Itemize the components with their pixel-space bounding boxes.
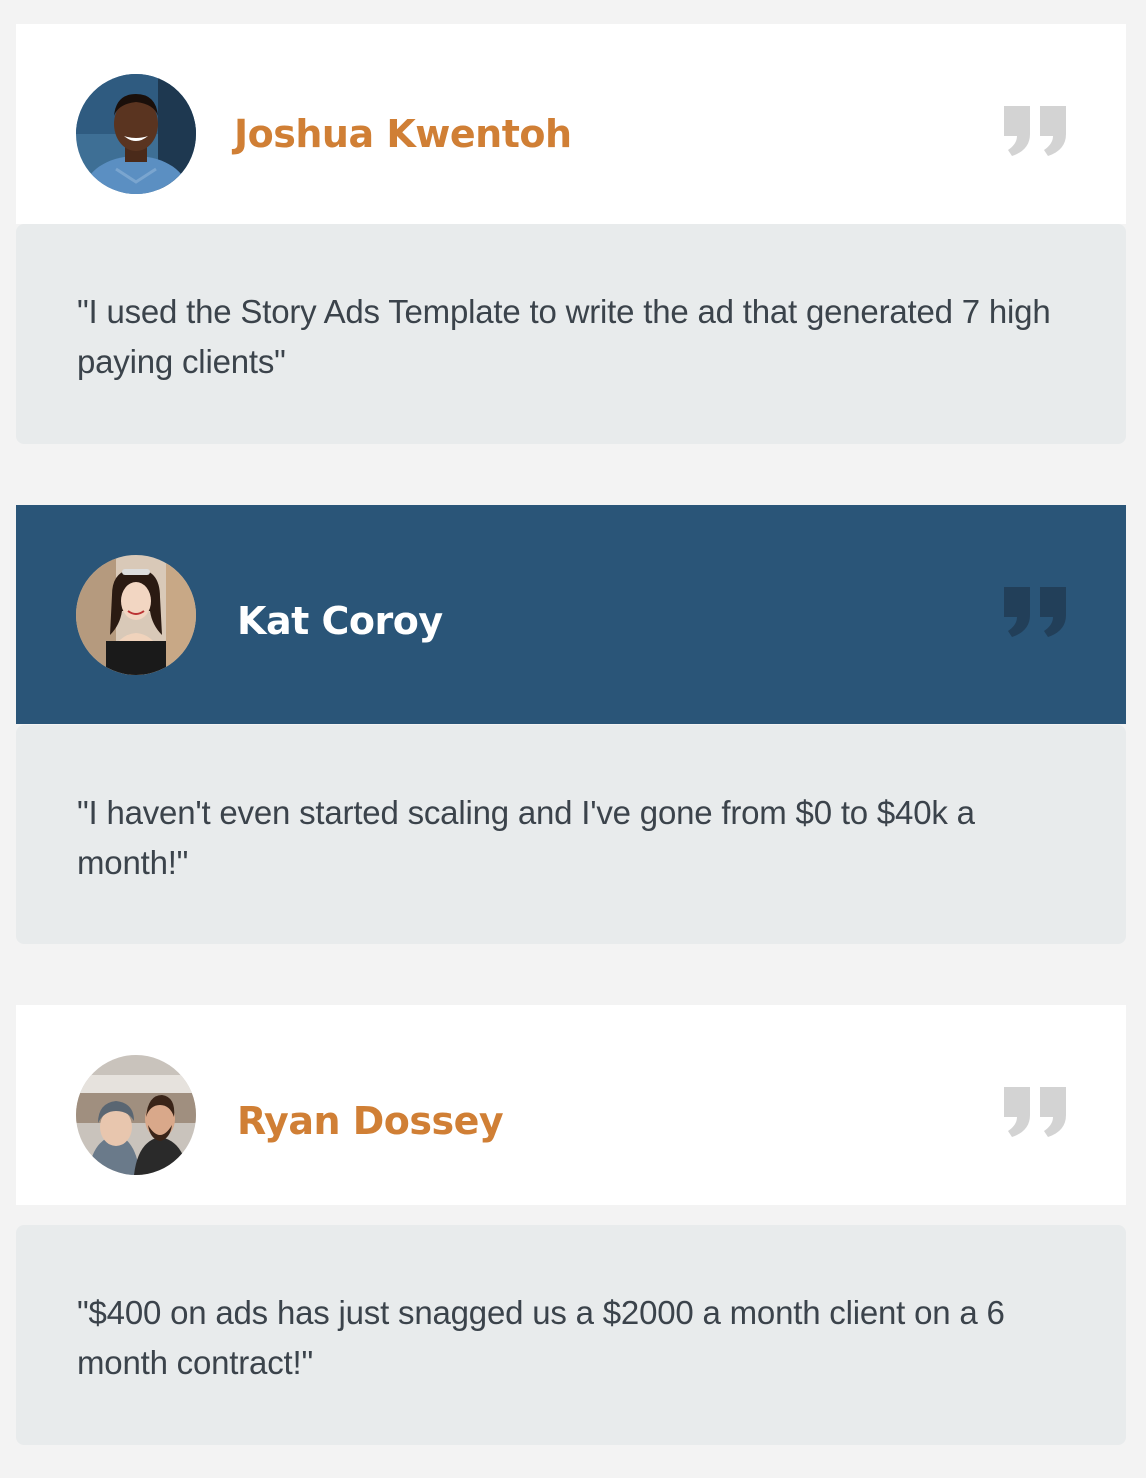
testimonial-header: Kat Coroy xyxy=(16,505,1126,724)
quote-mark-icon xyxy=(1002,102,1068,158)
testimonial-name: Kat Coroy xyxy=(237,599,443,643)
testimonial-card: Joshua Kwentoh "I used the Story Ads Tem… xyxy=(16,24,1126,444)
testimonial-quote: "$400 on ads has just snagged us a $2000… xyxy=(77,1294,1005,1381)
avatar-photo-icon xyxy=(76,1055,196,1175)
avatar-photo-icon xyxy=(76,74,196,194)
avatar xyxy=(76,555,196,675)
testimonial-body: "I used the Story Ads Template to write … xyxy=(16,224,1126,444)
quote-mark-icon xyxy=(1002,583,1068,639)
testimonial-card: Ryan Dossey "$400 on ads has just snagge… xyxy=(16,1005,1126,1445)
testimonial-quote: "I used the Story Ads Template to write … xyxy=(77,293,1051,380)
testimonial-name: Joshua Kwentoh xyxy=(234,112,572,156)
avatar xyxy=(76,1055,196,1175)
avatar-photo-icon xyxy=(76,555,196,675)
quote-mark-icon xyxy=(1002,1083,1068,1139)
avatar xyxy=(76,74,196,194)
testimonial-card: Kat Coroy "I haven't even started scalin… xyxy=(16,505,1126,944)
testimonial-body: "$400 on ads has just snagged us a $2000… xyxy=(16,1225,1126,1445)
testimonial-quote: "I haven't even started scaling and I've… xyxy=(77,794,975,881)
testimonial-header: Ryan Dossey xyxy=(16,1005,1126,1205)
testimonial-name: Ryan Dossey xyxy=(237,1099,504,1143)
testimonial-body: "I haven't even started scaling and I've… xyxy=(16,725,1126,944)
testimonial-header: Joshua Kwentoh xyxy=(16,24,1126,224)
